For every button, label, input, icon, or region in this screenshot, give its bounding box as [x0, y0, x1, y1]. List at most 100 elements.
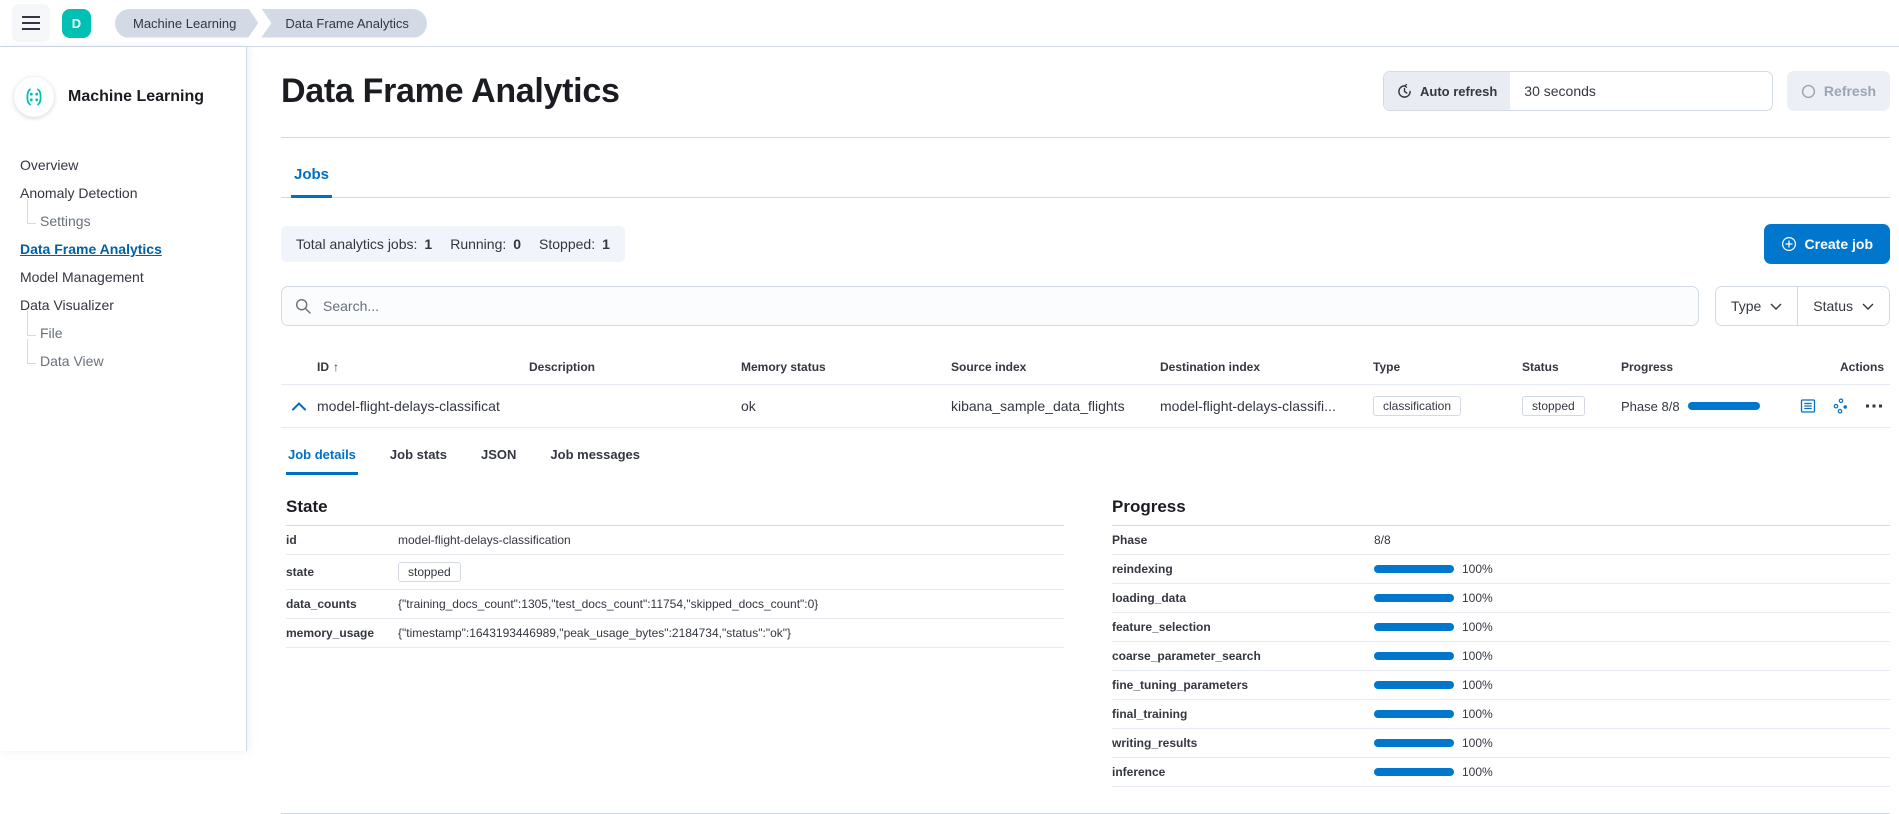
main-content: Data Frame Analytics Auto refresh [247, 47, 1899, 751]
column-header-progress: Progress [1621, 360, 1780, 374]
progress-row-coarse-parameter-search: coarse_parameter_search 100% [1112, 642, 1890, 671]
progress-bar [1374, 681, 1454, 689]
breadcrumb-data-frame-analytics[interactable]: Data Frame Analytics [261, 9, 427, 38]
progress-row-phase: Phase 8/8 [1112, 526, 1890, 555]
page-tabs: Jobs [281, 162, 1890, 198]
view-results-scatterplot-icon[interactable] [1833, 398, 1849, 414]
hamburger-icon [22, 16, 40, 30]
progress-bar [1374, 739, 1454, 747]
progress-row-fine-tuning-parameters: fine_tuning_parameters 100% [1112, 671, 1890, 700]
state-row-data-counts: data_counts {"training_docs_count":1305,… [286, 590, 1064, 619]
stopped-jobs-label: Stopped: [539, 236, 595, 252]
progress-bar [1374, 710, 1454, 718]
column-header-type: Type [1373, 360, 1522, 374]
progress-bar [1688, 402, 1760, 410]
column-header-destination-index: Destination index [1160, 360, 1373, 374]
tab-job-details[interactable]: Job details [286, 441, 358, 475]
user-avatar[interactable]: D [62, 9, 91, 38]
status-filter-button[interactable]: Status [1797, 287, 1889, 325]
column-header-memory-status: Memory status [741, 360, 951, 374]
column-header-actions: Actions [1780, 360, 1890, 374]
create-job-button[interactable]: Create job [1764, 224, 1890, 264]
expanded-row-details: Job details Job stats JSON Job messages … [281, 428, 1890, 814]
running-jobs-label: Running: [450, 236, 506, 252]
chevron-up-icon [292, 402, 306, 411]
search-icon [295, 298, 311, 314]
cell-actions [1780, 398, 1890, 414]
time-refresh-icon [1397, 84, 1412, 99]
type-filter-button[interactable]: Type [1716, 287, 1797, 325]
progress-row-inference: inference 100% [1112, 758, 1890, 787]
progress-bar [1374, 594, 1454, 602]
machine-learning-logo-icon [14, 77, 54, 117]
search-input[interactable] [321, 297, 1685, 315]
sidebar-item-overview[interactable]: Overview [20, 151, 78, 179]
type-badge: classification [1373, 396, 1461, 416]
cell-source-index: kibana_sample_data_flights [951, 398, 1160, 414]
status-filter-label: Status [1813, 298, 1853, 314]
analytics-jobs-table: ID↑ Description Memory status Source ind… [281, 356, 1890, 814]
column-header-description: Description [529, 360, 741, 374]
top-navigation-bar: D Machine Learning Data Frame Analytics [0, 0, 1899, 47]
cell-progress: Phase 8/8 [1621, 399, 1780, 414]
view-job-details-icon[interactable] [1800, 398, 1816, 414]
progress-row-writing-results: writing_results 100% [1112, 729, 1890, 758]
sidebar-header: Machine Learning [0, 73, 246, 121]
tab-job-stats[interactable]: Job stats [388, 441, 449, 475]
refresh-icon [1801, 84, 1816, 99]
state-row-state: state stopped [286, 555, 1064, 590]
cell-job-id: model-flight-delays-classificat [317, 398, 529, 414]
progress-bar [1374, 652, 1454, 660]
menu-button[interactable] [12, 4, 50, 42]
table-row: model-flight-delays-classificat ok kiban… [281, 385, 1890, 428]
state-status-badge: stopped [398, 562, 461, 582]
auto-refresh-toggle[interactable]: Auto refresh [1384, 72, 1510, 110]
state-row-memory-usage: memory_usage {"timestamp":1643193446989,… [286, 619, 1064, 648]
column-header-id[interactable]: ID↑ [317, 360, 529, 374]
status-badge: stopped [1522, 396, 1585, 416]
refresh-interval-value[interactable]: 30 seconds [1510, 72, 1772, 110]
collapse-row-button[interactable] [281, 402, 317, 411]
state-heading: State [286, 497, 1064, 526]
sidebar-item-model-management[interactable]: Model Management [20, 263, 144, 291]
refresh-controls: Auto refresh 30 seconds Refresh [1383, 71, 1890, 111]
sidebar: Machine Learning Overview Anomaly Detect… [0, 47, 247, 751]
column-header-source-index: Source index [951, 360, 1160, 374]
stopped-jobs-value: 1 [602, 236, 610, 252]
table-header-row: ID↑ Description Memory status Source ind… [281, 356, 1890, 385]
memory-usage-value: {"timestamp":1643193446989,"peak_usage_b… [398, 626, 1064, 640]
progress-heading: Progress [1112, 497, 1890, 526]
phase-value: 8/8 [1374, 533, 1890, 547]
sidebar-item-data-frame-analytics[interactable]: Data Frame Analytics [20, 235, 162, 263]
jobs-stats-summary: Total analytics jobs:1 Running:0 Stopped… [281, 226, 625, 262]
sort-ascending-icon: ↑ [333, 360, 339, 374]
progress-row-final-training: final_training 100% [1112, 700, 1890, 729]
filter-group: Type Status [1715, 286, 1890, 326]
plus-circle-icon [1781, 236, 1797, 252]
sidebar-title: Machine Learning [68, 88, 204, 106]
progress-phase-label: Phase 8/8 [1621, 399, 1680, 414]
sidebar-item-anomaly-detection[interactable]: Anomaly Detection [20, 179, 138, 207]
tab-job-messages[interactable]: Job messages [548, 441, 642, 475]
tab-json[interactable]: JSON [479, 441, 518, 475]
job-detail-tabs: Job details Job stats JSON Job messages [281, 441, 1890, 475]
column-header-status: Status [1522, 360, 1621, 374]
sidebar-item-data-view[interactable]: Data View [23, 347, 104, 375]
cell-memory-status: ok [741, 398, 951, 414]
page-header: Data Frame Analytics Auto refresh [281, 47, 1890, 138]
state-id-value: model-flight-delays-classification [398, 533, 1064, 547]
refresh-button-label: Refresh [1824, 83, 1876, 99]
search-box [281, 286, 1699, 326]
sidebar-item-settings[interactable]: Settings [23, 207, 91, 235]
breadcrumb-machine-learning[interactable]: Machine Learning [115, 9, 258, 38]
breadcrumb: Machine Learning Data Frame Analytics [115, 9, 427, 38]
progress-bar [1374, 565, 1454, 573]
more-actions-icon[interactable] [1866, 404, 1882, 408]
chevron-down-icon [1862, 303, 1874, 310]
refresh-button[interactable]: Refresh [1787, 71, 1890, 111]
total-jobs-value: 1 [424, 236, 432, 252]
search-row: Type Status [281, 286, 1890, 326]
progress-row-loading-data: loading_data 100% [1112, 584, 1890, 613]
progress-row-reindexing: reindexing 100% [1112, 555, 1890, 584]
tab-jobs[interactable]: Jobs [291, 162, 332, 198]
